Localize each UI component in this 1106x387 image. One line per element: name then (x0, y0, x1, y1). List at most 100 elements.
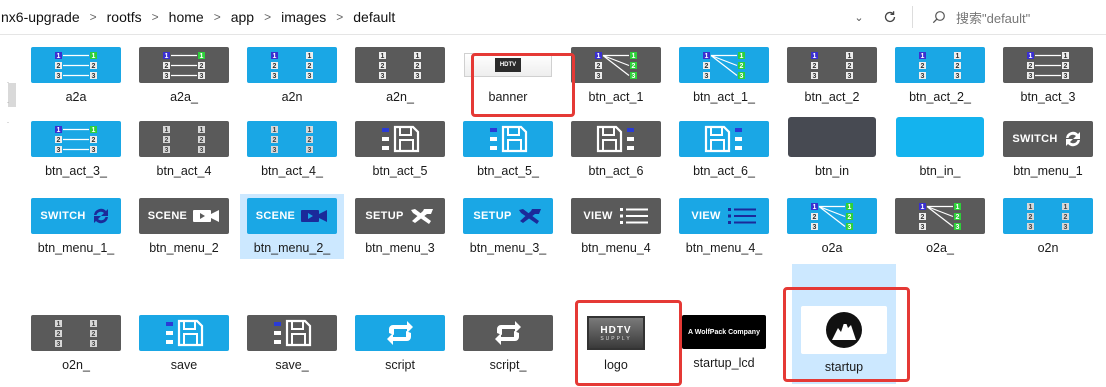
file-item-btn_act_6_[interactable]: btn_act_6_ (672, 121, 776, 178)
file-item-btn_in[interactable]: btn_in (780, 117, 884, 178)
file-name: btn_act_6_ (693, 164, 755, 178)
svg-text:1: 1 (956, 204, 960, 211)
breadcrumb-separator[interactable]: > (90, 10, 97, 24)
svg-text:1: 1 (165, 127, 169, 134)
file-name: btn_menu_1 (1013, 164, 1083, 178)
svg-text:1: 1 (308, 127, 312, 134)
search-box[interactable]: 搜索"default" (918, 4, 1104, 30)
file-item-o2a_[interactable]: 1 2 3 1 2 3 o2a_ (888, 198, 992, 255)
file-name: btn_act_6 (588, 164, 644, 178)
svg-text:1: 1 (92, 321, 96, 328)
breadcrumb-item-default[interactable]: default (352, 9, 396, 25)
file-item-startup[interactable]: startup (792, 264, 896, 384)
file-item-logo[interactable]: HDTV SUPPLY logo (564, 315, 668, 372)
breadcrumb-separator[interactable]: > (336, 10, 343, 24)
breadcrumb-item-nx6-upgrade[interactable]: nx6-upgrade (0, 9, 81, 25)
file-item-btn_act_5_[interactable]: btn_act_5_ (456, 121, 560, 178)
file-item-a2n_[interactable]: 1 2 3 1 2 3 a2n_ (348, 47, 452, 104)
view-label: VIEW (583, 210, 613, 222)
svg-text:1: 1 (848, 204, 852, 211)
explorer-toolbar: nx6-upgrade > rootfs > home > app > imag… (0, 0, 1106, 35)
file-item-btn_act_4[interactable]: 1 2 3 1 2 3 btn_act_4 (132, 121, 236, 178)
file-item-btn_act_1[interactable]: 1 2 3 1 2 3 btn_act_1 (564, 47, 668, 104)
file-item-btn_act_1_[interactable]: 1 2 3 1 2 3 btn_act_1_ (672, 47, 776, 104)
file-item-btn_act_3_[interactable]: 1 2 3 1 2 3 btn_act_3_ (24, 121, 128, 178)
file-name: o2n (1037, 241, 1059, 255)
file-item-script_[interactable]: script_ (456, 315, 560, 372)
company-text: A WolfPack Company (688, 328, 760, 336)
breadcrumb-separator[interactable]: > (152, 10, 159, 24)
file-item-banner[interactable]: HDTV banner (456, 47, 560, 104)
svg-text:2: 2 (848, 214, 852, 221)
file-item-btn_act_6[interactable]: btn_act_6 (564, 121, 668, 178)
file-item-startup_lcd[interactable]: A WolfPack Company startup_lcd (672, 315, 776, 370)
svg-text:3: 3 (308, 147, 312, 154)
view-label: VIEW (691, 210, 721, 222)
breadcrumb-separator[interactable]: > (264, 10, 271, 24)
file-name: a2a (65, 90, 87, 104)
file-item-btn_menu_3_[interactable]: SETUP btn_menu_3_ (456, 198, 560, 255)
svg-text:1: 1 (597, 53, 601, 60)
list-icon (727, 208, 756, 224)
svg-text:2: 2 (956, 214, 960, 221)
hdtv-logo-text: HDTV (600, 324, 632, 336)
file-item-a2a[interactable]: 1 2 3 1 2 3 a2a (24, 47, 128, 104)
address-history-chevron-icon[interactable]: ⌄ (850, 8, 868, 26)
svg-text:3: 3 (921, 224, 925, 231)
file-item-a2a_[interactable]: 1 2 3 1 2 3 a2a_ (132, 47, 236, 104)
svg-text:1: 1 (740, 53, 744, 60)
file-item-o2n[interactable]: 1 2 3 1 2 3 o2n (996, 198, 1100, 255)
file-item-btn_act_3[interactable]: 1 2 3 1 2 3 btn_act_3 (996, 47, 1100, 104)
file-name: btn_in_ (919, 164, 961, 178)
file-item-btn_in_[interactable]: btn_in_ (888, 117, 992, 178)
file-item-save_[interactable]: save_ (240, 315, 344, 372)
file-name: o2n_ (62, 358, 90, 372)
svg-text:2: 2 (921, 214, 925, 221)
camera-icon (301, 210, 328, 222)
svg-text:1: 1 (165, 53, 169, 60)
breadcrumb-item-home[interactable]: home (168, 9, 205, 25)
file-item-btn_menu_1[interactable]: SWITCH btn_menu_1 (996, 121, 1100, 178)
refresh-icon[interactable] (880, 7, 900, 27)
file-item-btn_menu_3[interactable]: SETUP btn_menu_3 (348, 198, 452, 255)
file-item-btn_menu_2_[interactable]: SCENE btn_menu_2_ (240, 194, 344, 259)
svg-text:3: 3 (308, 73, 312, 80)
file-item-btn_act_5[interactable]: btn_act_5 (348, 121, 452, 178)
file-item-a2n[interactable]: 1 2 3 1 2 3 a2n (240, 47, 344, 104)
svg-text:2: 2 (273, 137, 277, 144)
breadcrumb-item-app[interactable]: app (230, 9, 255, 25)
file-item-o2n_[interactable]: 1 2 3 1 2 3 o2n_ (24, 315, 128, 372)
file-item-btn_menu_1_[interactable]: SWITCH btn_menu_1_ (24, 198, 128, 255)
file-item-o2a[interactable]: 1 2 3 1 2 3 o2a (780, 198, 884, 255)
file-item-btn_menu_2[interactable]: SCENE btn_menu_2 (132, 198, 236, 255)
file-name: btn_act_2_ (909, 90, 971, 104)
file-item-btn_menu_4[interactable]: VIEW btn_menu_4 (564, 198, 668, 255)
switch-label: SWITCH (1012, 133, 1058, 145)
breadcrumb-item-rootfs[interactable]: rootfs (106, 9, 143, 25)
file-item-btn_act_4_[interactable]: 1 2 3 1 2 3 btn_act_4_ (240, 121, 344, 178)
file-item-script[interactable]: script (348, 315, 452, 372)
svg-text:3: 3 (57, 147, 61, 154)
repeat-icon (495, 321, 521, 345)
svg-text:2: 2 (921, 63, 925, 70)
breadcrumb-item-images[interactable]: images (280, 9, 327, 25)
svg-text:3: 3 (813, 224, 817, 231)
svg-text:3: 3 (165, 73, 169, 80)
save-thumbnail-icon (139, 315, 229, 351)
routing-thumbnail-icon: 1 2 3 1 2 3 (31, 315, 121, 351)
file-item-btn_act_2_[interactable]: 1 2 3 1 2 3 btn_act_2_ (888, 47, 992, 104)
nav-pane-scrollbar[interactable] (8, 83, 16, 107)
file-name: btn_menu_3 (365, 241, 435, 255)
svg-text:3: 3 (92, 147, 96, 154)
breadcrumb-separator[interactable]: > (214, 10, 221, 24)
svg-text:3: 3 (956, 73, 960, 80)
search-input[interactable]: 搜索"default" (956, 8, 1030, 27)
file-item-btn_menu_4_[interactable]: VIEW btn_menu_4_ (672, 198, 776, 255)
svg-text:1: 1 (1029, 204, 1033, 211)
svg-text:1: 1 (705, 53, 709, 60)
file-item-btn_act_2[interactable]: 1 2 3 1 2 3 btn_act_2 (780, 47, 884, 104)
file-name: btn_act_1_ (693, 90, 755, 104)
svg-text:1: 1 (308, 53, 312, 60)
file-name: btn_act_4 (156, 164, 212, 178)
file-item-save[interactable]: save (132, 315, 236, 372)
